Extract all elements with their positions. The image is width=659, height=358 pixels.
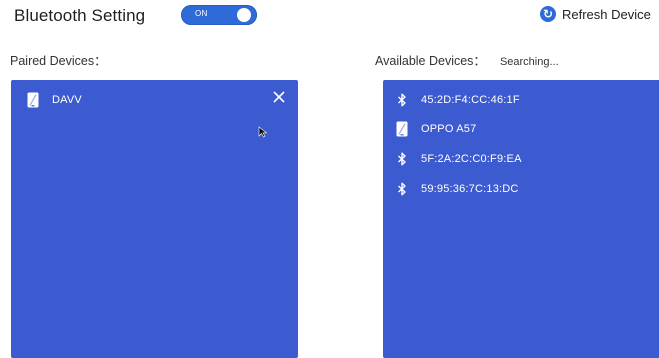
available-device-name: 5F:2A:2C:C0:F9:EA	[421, 153, 522, 165]
bluetooth-icon	[393, 152, 411, 166]
available-device-name: 45:2D:F4:CC:46:1F	[421, 94, 520, 106]
refresh-device-button[interactable]: ↻ Refresh Device	[540, 4, 651, 24]
bluetooth-toggle[interactable]: ON	[181, 5, 257, 25]
toggle-label: ON	[195, 9, 208, 18]
available-device-item[interactable]: OPPO A57	[383, 117, 659, 141]
available-devices-panel: 45:2D:F4:CC:46:1F OPPO A57 5F:2A:2C:C0:F…	[383, 80, 659, 358]
available-device-item[interactable]: 45:2D:F4:CC:46:1F	[383, 88, 659, 112]
page-title: Bluetooth Setting	[14, 6, 146, 25]
refresh-icon: ↻	[540, 6, 556, 22]
phone-icon	[24, 92, 42, 108]
searching-status: Searching...	[499, 56, 559, 68]
available-devices-header: Available Devices： Searching...	[375, 50, 559, 69]
phone-icon	[393, 121, 411, 137]
paired-devices-panel: DAVV	[11, 80, 298, 358]
mouse-cursor-icon	[258, 126, 268, 138]
paired-devices-label: Paired Devices：	[10, 54, 107, 68]
available-device-item[interactable]: 59:95:36:7C:13:DC	[383, 177, 659, 201]
refresh-device-label: Refresh Device	[562, 6, 651, 22]
bluetooth-icon	[393, 182, 411, 196]
bluetooth-icon	[393, 93, 411, 107]
available-devices-label: Available Devices：	[375, 54, 486, 68]
bluetooth-settings-page: Bluetooth Setting ON ↻ Refresh Device Pa…	[0, 0, 659, 358]
close-icon[interactable]	[272, 90, 286, 104]
available-device-item[interactable]: 5F:2A:2C:C0:F9:EA	[383, 147, 659, 171]
toggle-knob	[237, 8, 251, 22]
paired-device-name: DAVV	[52, 94, 82, 106]
available-device-name: OPPO A57	[421, 123, 477, 135]
available-device-name: 59:95:36:7C:13:DC	[421, 183, 519, 195]
paired-device-item[interactable]: DAVV	[11, 88, 298, 112]
